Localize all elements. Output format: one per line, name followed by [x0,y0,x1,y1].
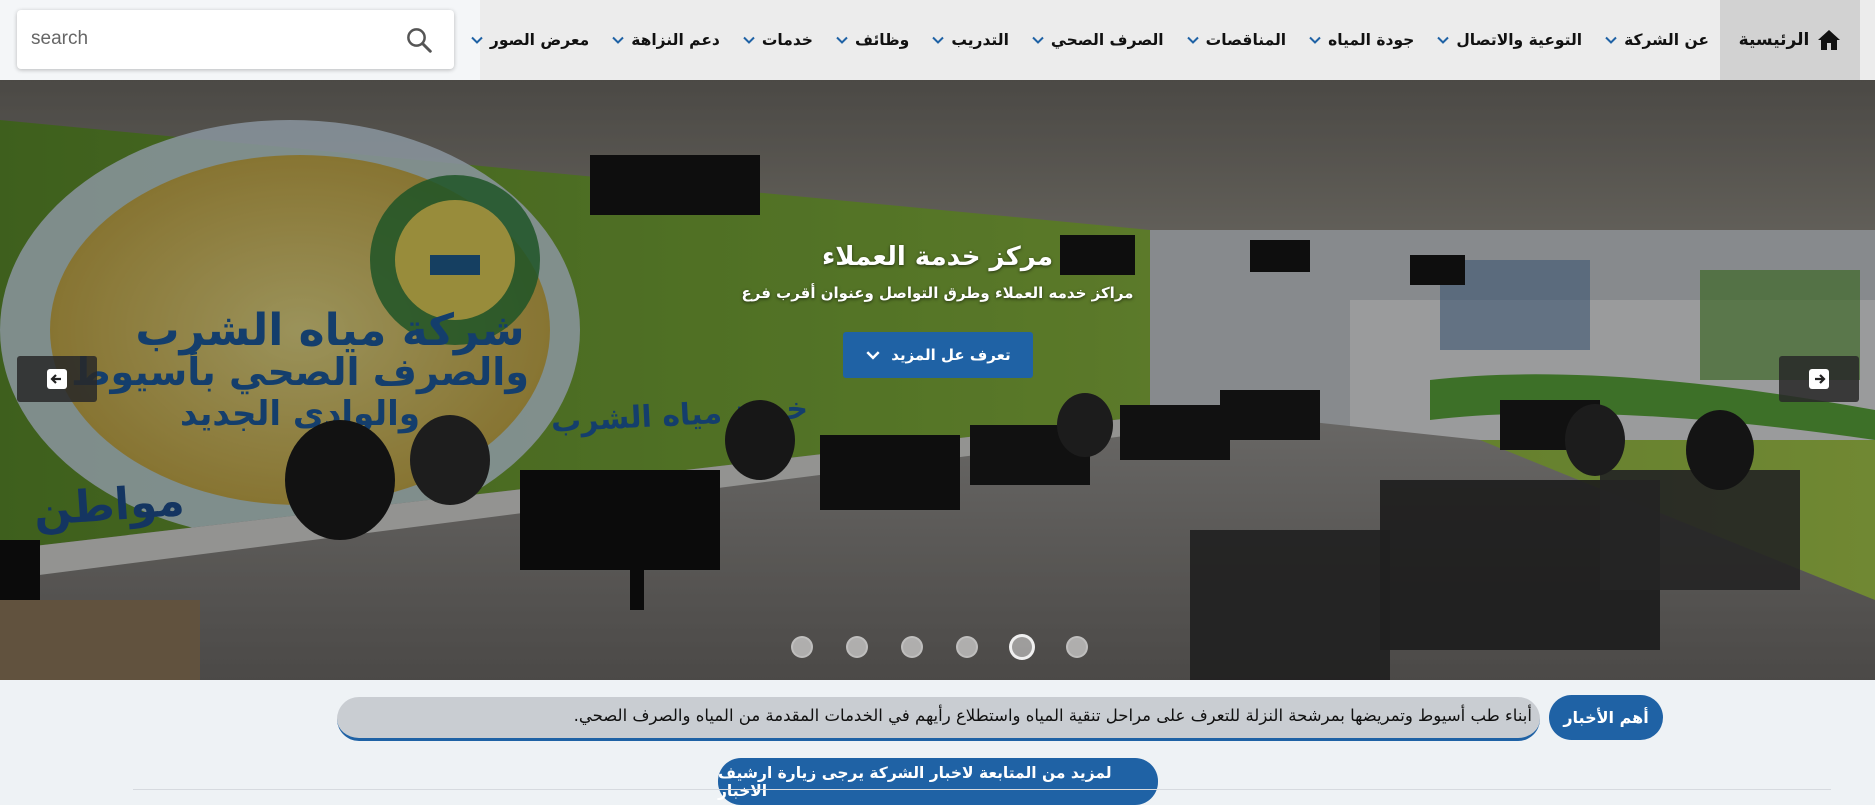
nav-item-awareness[interactable]: التوعية والاتصال [1425,0,1593,80]
search-icon[interactable] [404,25,434,55]
learn-more-label: تعرف عل المزيد [891,346,1011,364]
arrow-right-icon [1809,369,1829,389]
nav-item-label: الصرف الصحي [1050,31,1164,49]
home-icon [1818,30,1841,50]
slider-dots [0,634,1875,666]
nav-item-about[interactable]: عن الشركة [1593,0,1720,80]
learn-more-button[interactable]: تعرف عل المزيد [843,332,1033,378]
nav-item-home[interactable]: الرئيسية [1720,0,1860,80]
slider-next-button[interactable] [1779,356,1859,402]
nav-item-label: وظائف [854,31,910,49]
chevron-down-icon [1437,36,1450,44]
nav-item-tenders[interactable]: المناقصات [1175,0,1298,80]
top-news-label: أهم الأخبار [1549,695,1663,740]
hero-overlay [0,80,1875,680]
chevron-down-icon [612,36,624,44]
slider-dot[interactable] [1009,634,1035,660]
nav-item-label: المناقصات [1205,31,1287,49]
chevron-down-icon [866,351,880,360]
nav-item-integrity[interactable]: دعم النزاهة [600,0,731,80]
nav-item-training[interactable]: التدريب [920,0,1020,80]
slider-prev-button[interactable] [17,356,97,402]
nav-item-jobs[interactable]: وظائف [824,0,920,80]
slider-dot[interactable] [901,636,923,658]
main-nav: الرئيسية عن الشركة التوعية والاتصال جودة… [471,0,1875,80]
nav-item-label: معرض الصور [489,31,590,49]
chevron-down-icon [836,36,848,44]
news-ticker[interactable]: أبناء طب أسيوط وتمريضها بمرشحة النزلة لل… [337,697,1540,741]
slider-dot[interactable] [956,636,978,658]
arrow-left-icon [47,369,67,389]
chevron-down-icon [1032,36,1044,44]
nav-item-label: التوعية والاتصال [1456,31,1583,49]
chevron-down-icon [1186,36,1199,44]
top-bar: الرئيسية عن الشركة التوعية والاتصال جودة… [0,0,1875,80]
nav-item-label: التدريب [951,31,1009,49]
divider [133,789,1831,790]
nav-item-label: خدمات [761,31,813,49]
slider-dot[interactable] [791,636,813,658]
nav-item-gallery[interactable]: معرض الصور [459,0,600,80]
hero-title: مركز خدمة العملاء [821,242,1054,272]
chevron-down-icon [743,36,755,44]
chevron-down-icon [471,36,483,44]
hero-subtitle: مراكز خدمه العملاء وطرق التواصل وعنوان أ… [741,284,1134,302]
nav-item-services[interactable]: خدمات [731,0,824,80]
nav-item-label: دعم النزاهة [631,31,720,49]
search-box [17,10,454,69]
nav-item-water-quality[interactable]: جودة المياه [1297,0,1425,80]
hero-slider: شركة مياه الشرب والصرف الصحي بأسيوط والو… [0,80,1875,680]
nav-item-sanitation[interactable]: الصرف الصحي [1020,0,1175,80]
news-ticker-text: أبناء طب أسيوط وتمريضها بمرشحة النزلة لل… [573,706,1532,725]
chevron-down-icon [1309,36,1321,44]
chevron-down-icon [932,36,945,44]
search-input[interactable] [31,22,391,56]
news-archive-button[interactable]: لمزيد من المتابعة لاخبار الشركة يرجى زيا… [718,758,1158,805]
nav-home-label: الرئيسية [1738,30,1810,50]
slider-dot[interactable] [846,636,868,658]
slider-dot[interactable] [1066,636,1088,658]
chevron-down-icon [1605,36,1617,44]
nav-item-label: جودة المياه [1328,31,1415,49]
nav-item-label: عن الشركة [1624,31,1709,49]
